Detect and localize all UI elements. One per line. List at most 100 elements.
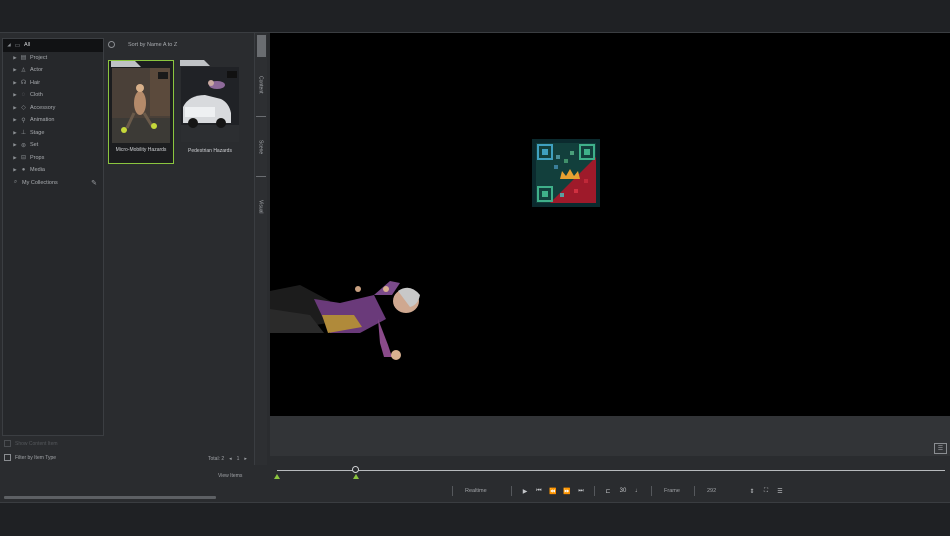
tree-item-hair[interactable]: ▶ ☊ Hair <box>3 77 103 90</box>
prev-page-button[interactable]: ◂ <box>229 456 232 462</box>
start-marker-icon[interactable] <box>274 474 280 479</box>
previous-key-icon[interactable]: ⏮ <box>532 488 546 495</box>
tree-item-set[interactable]: ▶ ⊛ Set <box>3 139 103 152</box>
fast-forward-icon[interactable]: ⏩ <box>560 488 574 495</box>
scene-preview-image <box>112 68 170 143</box>
fps-value: 30 <box>619 488 627 494</box>
tree-item-label: Cloth <box>30 92 43 99</box>
props-icon: ⊟ <box>20 155 27 162</box>
rewind-icon[interactable]: ⏪ <box>546 488 560 495</box>
play-icon[interactable]: ▶ <box>518 488 532 495</box>
show-content-item-option[interactable]: Show Content Item <box>4 440 58 447</box>
hair-icon: ☊ <box>20 80 27 87</box>
frame-stepper-icon[interactable]: ⇕ <box>745 488 759 495</box>
tree-item-label: My Collections <box>22 179 58 186</box>
thumbnail-pedestrian-hazards[interactable]: Pedestrian Hazards <box>178 60 242 164</box>
cloth-icon: ◌ <box>21 92 26 99</box>
tree-item-props[interactable]: ▶ ⊟ Props <box>3 152 103 165</box>
tree-item-animation[interactable]: ▶ ⚲ Animation <box>3 114 103 127</box>
tree-item-actor[interactable]: ▶ ♙ Actor <box>3 64 103 77</box>
divider <box>651 486 652 496</box>
audio-icon[interactable]: ♩ <box>631 488 645 494</box>
tab-visual[interactable]: Visual <box>255 182 266 232</box>
expand-arrow-icon[interactable]: ▶ <box>11 167 19 173</box>
filter-by-item-type-checkbox[interactable] <box>4 454 11 461</box>
tree-item-label: Media <box>30 167 45 174</box>
expand-arrow-icon[interactable]: ▶ <box>11 105 19 111</box>
divider <box>511 486 512 496</box>
show-content-item-checkbox[interactable] <box>4 440 11 447</box>
thumbnail-caption: Micro-Mobility Hazards <box>115 147 167 153</box>
expand-arrow-icon[interactable]: ▶ <box>11 55 19 61</box>
project-icon: ▤ <box>20 55 27 62</box>
expand-arrow-icon[interactable]: ▶ <box>11 80 19 86</box>
scrollbar-thumb[interactable] <box>257 35 266 57</box>
thumbnail-micro-mobility-hazards[interactable]: Micro-Mobility Hazards <box>108 60 174 164</box>
folder-icon: ▭ <box>14 42 21 49</box>
animation-icon: ⚲ <box>21 117 26 124</box>
divider <box>594 486 595 496</box>
timeline-menu-icon[interactable]: ☰ <box>773 488 787 495</box>
divider <box>452 486 453 496</box>
timeline-playhead[interactable] <box>352 466 359 473</box>
tree-item-cloth[interactable]: ▶ ◌ Cloth <box>3 89 103 102</box>
edit-pencil-icon[interactable]: ✎ <box>91 179 97 187</box>
thumbnail-tab <box>111 61 141 67</box>
tab-content[interactable]: Content <box>255 60 266 110</box>
accessory-icon: ◇ <box>21 105 26 112</box>
expand-arrow-icon[interactable]: ▶ <box>11 67 19 73</box>
next-page-button[interactable]: ▸ <box>244 456 247 462</box>
expand-arrow-icon[interactable]: ▶ <box>11 130 19 136</box>
tree-item-my-collections[interactable]: ⌕ My Collections ✎ <box>3 177 103 190</box>
thumbnail-image <box>112 68 170 143</box>
content-tree: ◢ ▭ All ▶ ▤ Project ▶ ♙ Actor ▶ ☊ Hair ▶… <box>2 38 104 436</box>
side-tab-divider <box>256 116 266 117</box>
qr-code-panel <box>532 139 600 207</box>
actor-icon: ♙ <box>20 67 27 74</box>
side-tab-divider <box>256 176 266 177</box>
viewport-scene <box>270 139 600 360</box>
page-number: 1 <box>236 456 240 462</box>
tree-item-label: Actor <box>30 67 43 74</box>
collections-icon: ⌕ <box>13 179 18 186</box>
tree-item-label: Animation <box>30 117 55 124</box>
fullscreen-icon[interactable]: ⛶ <box>759 488 773 495</box>
stage-icon: ⊥ <box>20 130 27 137</box>
expand-arrow-icon[interactable]: ▶ <box>11 142 19 148</box>
playback-mode-select[interactable]: Realtime <box>459 488 505 494</box>
loop-range-icon[interactable]: ⊏ <box>601 488 615 495</box>
sort-radio-icon[interactable] <box>108 41 115 48</box>
expand-arrow-icon[interactable]: ▶ <box>11 92 19 98</box>
tab-scene[interactable]: Scene <box>255 122 266 172</box>
show-content-item-label: Show Content Item <box>15 440 58 447</box>
character-model <box>270 281 420 360</box>
timeline-track[interactable] <box>277 470 945 471</box>
divider <box>694 486 695 496</box>
scene-preview-image <box>181 67 239 142</box>
tree-item-media[interactable]: ▶ ● Media <box>3 164 103 177</box>
sort-control[interactable]: Sort by Name A to Z <box>108 41 177 48</box>
expand-arrow-icon[interactable]: ▶ <box>11 155 19 161</box>
3d-viewport[interactable] <box>270 33 950 416</box>
tree-item-label: Hair <box>30 79 41 86</box>
end-marker-icon[interactable] <box>353 474 359 479</box>
tree-item-all[interactable]: ◢ ▭ All <box>3 39 103 52</box>
tree-item-label: Props <box>30 154 45 161</box>
tree-item-accessory[interactable]: ▶ ◇ Accessory <box>3 102 103 115</box>
frame-input[interactable]: 292 <box>701 488 745 494</box>
browser-horizontal-scrollbar[interactable] <box>4 496 216 499</box>
chat-icon[interactable]: ☰ <box>934 443 947 454</box>
tree-item-project[interactable]: ▶ ▤ Project <box>3 52 103 65</box>
thumbnail-image <box>181 67 239 142</box>
transport-controls: Realtime ▶ ⏮ ⏪ ⏩ ⏭ ⊏ 30 ♩ Frame 292 ⇕ ⛶ … <box>446 484 787 498</box>
expand-arrow-icon[interactable]: ▶ <box>11 117 19 123</box>
next-key-icon[interactable]: ⏭ <box>574 488 588 495</box>
viewport-status-area <box>270 416 950 456</box>
bottom-bar <box>0 502 950 536</box>
view-items-button[interactable]: View Items <box>218 473 242 479</box>
filter-by-item-type-option[interactable]: Filter by Item Type <box>4 454 56 461</box>
collapse-arrow-icon[interactable]: ◢ <box>5 42 13 48</box>
tree-item-stage[interactable]: ▶ ⊥ Stage <box>3 127 103 140</box>
tree-item-label: Set <box>30 142 39 149</box>
filter-by-item-type-label: Filter by Item Type <box>15 454 57 461</box>
